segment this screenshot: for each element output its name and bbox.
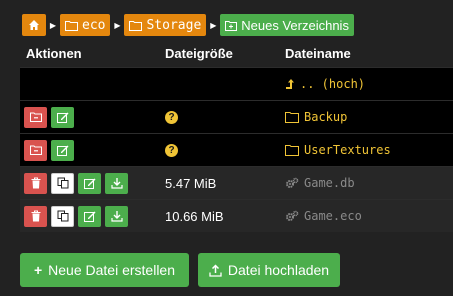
table-row: ? Backup (20, 100, 453, 133)
download-button[interactable] (105, 172, 128, 194)
level-up-icon (286, 79, 294, 89)
new-folder-label: Neues Verzeichnis (241, 17, 349, 33)
row-actions (20, 106, 165, 128)
file-entry: Game.db (285, 176, 453, 190)
row-size: ? (165, 143, 285, 157)
breadcrumb-label: Storage (146, 17, 202, 33)
new-folder-button[interactable]: Neues Verzeichnis (220, 14, 354, 36)
new-file-button[interactable]: + Neue Datei erstellen (20, 253, 189, 287)
parent-dir-link[interactable]: .. (hoch) (285, 77, 453, 91)
folder-minus-icon (29, 145, 42, 155)
caret-right-icon: ▶ (114, 20, 121, 30)
file-size: 10.66 MiB (165, 208, 224, 224)
file-size: 5.47 MiB (165, 175, 217, 191)
upload-file-button[interactable]: Datei hochladen (198, 253, 340, 287)
delete-folder-button[interactable] (24, 106, 47, 128)
copy-button[interactable] (51, 172, 74, 194)
table-row: ? UserTextures (20, 133, 453, 166)
unknown-size-icon: ? (165, 143, 178, 157)
table-row: 5.47 MiB Game.db (20, 166, 453, 199)
row-actions (20, 139, 165, 161)
file-name: Game.db (304, 176, 355, 190)
file-name: UserTextures (304, 143, 391, 157)
edit-icon (83, 178, 95, 189)
file-entry: Game.eco (285, 209, 453, 223)
delete-file-button[interactable] (24, 172, 47, 194)
copy-icon (57, 210, 68, 222)
row-actions (20, 205, 165, 227)
breadcrumb: ▶ eco ▶ Storage ▶ Neues Verzeichnis (22, 14, 354, 36)
trash-icon (31, 210, 40, 222)
rename-button[interactable] (51, 139, 74, 161)
file-name: Backup (304, 110, 348, 124)
copy-button[interactable] (51, 205, 74, 227)
gears-icon (286, 177, 299, 188)
trash-icon (31, 177, 40, 189)
gears-icon (286, 210, 299, 221)
edit-icon (83, 211, 95, 222)
file-name: Game.eco (304, 209, 362, 223)
table-row: 10.66 MiB Game.eco (20, 199, 453, 232)
caret-right-icon: ▶ (210, 20, 217, 30)
delete-file-button[interactable] (24, 205, 47, 227)
download-button[interactable] (105, 205, 128, 227)
folder-icon (285, 111, 299, 123)
edit-file-button[interactable] (78, 205, 101, 227)
folder-minus-icon (29, 112, 42, 122)
plus-icon: + (33, 262, 43, 278)
upload-label: Datei hochladen (227, 262, 330, 278)
unknown-size-icon: ? (165, 110, 178, 124)
edit-file-button[interactable] (78, 172, 101, 194)
upload-icon (209, 263, 222, 277)
row-actions (20, 172, 165, 194)
home-icon (29, 20, 39, 30)
new-folder-icon (225, 20, 238, 31)
delete-folder-button[interactable] (24, 139, 47, 161)
folder-link[interactable]: Backup (285, 110, 453, 124)
rename-button[interactable] (51, 106, 74, 128)
breadcrumb-label: eco (82, 17, 106, 33)
copy-icon (57, 177, 68, 189)
breadcrumb-storage[interactable]: Storage (124, 14, 207, 36)
download-icon (110, 211, 123, 222)
header-actions: Aktionen (26, 45, 82, 61)
breadcrumb-eco[interactable]: eco (60, 14, 111, 36)
row-size: ? (165, 110, 285, 124)
table-header: Aktionen Dateigröße Dateiname (20, 39, 453, 67)
folder-link[interactable]: UserTextures (285, 143, 453, 157)
caret-right-icon: ▶ (49, 20, 57, 30)
header-name: Dateiname (285, 45, 351, 61)
header-size: Dateigröße (165, 45, 233, 61)
edit-icon (56, 112, 68, 123)
table-row: .. (hoch) (20, 67, 453, 100)
download-icon (110, 178, 123, 189)
breadcrumb-home[interactable] (22, 14, 46, 36)
file-name: .. (hoch) (300, 77, 366, 91)
new-file-label: Neue Datei erstellen (48, 262, 176, 278)
folder-icon (285, 144, 299, 156)
folder-icon (65, 20, 78, 31)
folder-icon (129, 20, 143, 31)
file-table: Aktionen Dateigröße Dateiname .. (hoch) (20, 39, 453, 232)
edit-icon (56, 145, 68, 156)
